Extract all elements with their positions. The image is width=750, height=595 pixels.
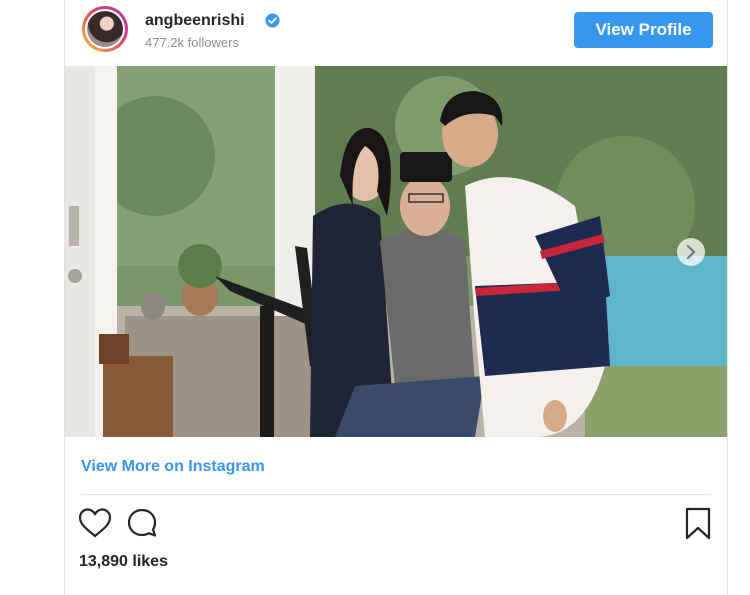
chevron-right-icon — [686, 244, 696, 260]
like-count: 13,890 likes — [79, 553, 168, 570]
username[interactable]: angbeenrishi — [145, 12, 245, 30]
bookmark-icon[interactable] — [684, 507, 712, 540]
verified-badge-icon — [265, 13, 280, 28]
avatar[interactable] — [82, 6, 128, 52]
instagram-embed-card: angbeenrishi 477.2k followers View Profi… — [64, 0, 728, 595]
view-more-on-instagram-link[interactable]: View More on Instagram — [81, 458, 265, 476]
follower-count: 477.2k followers — [145, 35, 239, 50]
post-header: angbeenrishi 477.2k followers View Profi… — [65, 0, 727, 66]
divider — [81, 494, 711, 495]
view-profile-button[interactable]: View Profile — [574, 12, 713, 48]
avatar-image — [87, 11, 123, 47]
heart-icon[interactable] — [78, 507, 112, 539]
next-photo-button[interactable] — [677, 238, 705, 266]
post-photo-image — [65, 66, 727, 437]
post-photo[interactable] — [65, 66, 727, 437]
comment-icon[interactable] — [126, 507, 158, 539]
